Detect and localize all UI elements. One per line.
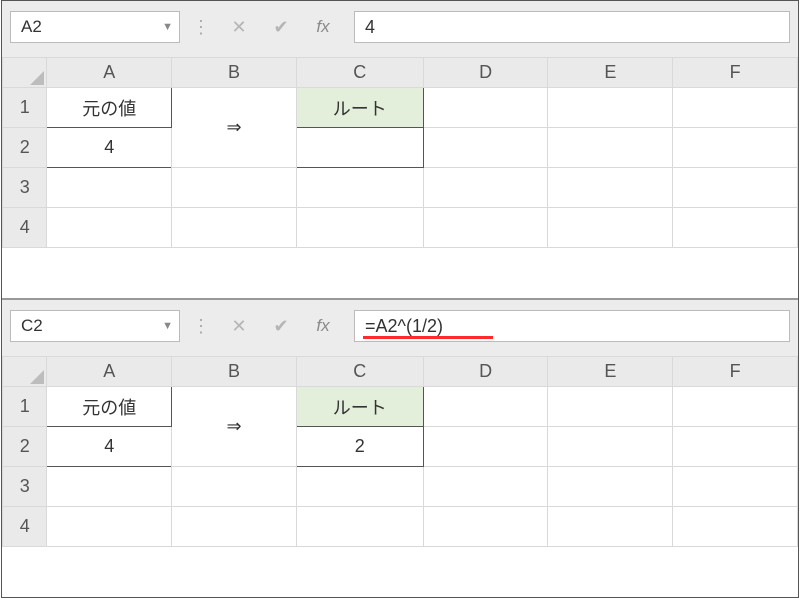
- cell-C4[interactable]: [296, 507, 423, 547]
- cell-F4[interactable]: [673, 208, 798, 248]
- cancel-icon[interactable]: ✕: [222, 310, 256, 342]
- cell-F4[interactable]: [673, 507, 798, 547]
- row-header-4[interactable]: 4: [3, 208, 47, 248]
- cell-A3[interactable]: [47, 467, 172, 507]
- arrow-icon: ⇒: [172, 88, 297, 168]
- cell-A4[interactable]: [47, 208, 172, 248]
- formula-input[interactable]: =A2^(1/2): [354, 310, 790, 342]
- formula-bar: A2 ▼ ⋮ ✕ ✔ fx 4: [2, 1, 798, 57]
- cell-A4[interactable]: [47, 507, 172, 547]
- col-header-B[interactable]: B: [172, 58, 297, 88]
- cell-C4[interactable]: [296, 208, 423, 248]
- cell-E1[interactable]: [548, 88, 673, 128]
- cell-D3[interactable]: [423, 168, 548, 208]
- cell-D1[interactable]: [423, 88, 548, 128]
- name-box-value: C2: [21, 316, 43, 336]
- cell-A1[interactable]: 元の値: [47, 88, 172, 128]
- cell-C1[interactable]: ルート: [296, 387, 423, 427]
- cell-E1[interactable]: [548, 387, 673, 427]
- name-box[interactable]: C2 ▼: [10, 310, 180, 342]
- divider-dots-icon: ⋮: [188, 17, 214, 38]
- grid[interactable]: A B C D E F 1 元の値 ⇒ ルート 2: [2, 356, 798, 597]
- spreadsheet-pane-1: A2 ▼ ⋮ ✕ ✔ fx 4 A B: [2, 1, 798, 298]
- cell-F3[interactable]: [673, 168, 798, 208]
- highlight-underline: [363, 336, 493, 339]
- arrow-icon: ⇒: [172, 387, 297, 467]
- cell-E3[interactable]: [548, 168, 673, 208]
- row-header-3[interactable]: 3: [3, 467, 47, 507]
- col-header-C[interactable]: C: [296, 58, 423, 88]
- cancel-icon[interactable]: ✕: [222, 11, 256, 43]
- cell-A2[interactable]: 4: [47, 128, 172, 168]
- cell-F2[interactable]: [673, 427, 798, 467]
- formula-value: 4: [365, 17, 375, 38]
- col-header-D[interactable]: D: [423, 58, 548, 88]
- cell-C1[interactable]: ルート: [296, 88, 423, 128]
- row-header-2[interactable]: 2: [3, 427, 47, 467]
- row-header-1[interactable]: 1: [3, 88, 47, 128]
- cell-F1[interactable]: [673, 88, 798, 128]
- cell-A3[interactable]: [47, 168, 172, 208]
- formula-value: =A2^(1/2): [365, 316, 443, 337]
- cell-F2[interactable]: [673, 128, 798, 168]
- formula-input[interactable]: 4: [354, 11, 790, 43]
- enter-icon[interactable]: ✔: [264, 11, 298, 43]
- col-header-F[interactable]: F: [673, 357, 798, 387]
- divider-dots-icon: ⋮: [188, 316, 214, 337]
- cell-F3[interactable]: [673, 467, 798, 507]
- col-header-B[interactable]: B: [172, 357, 297, 387]
- cell-D2[interactable]: [423, 427, 548, 467]
- cell-C3[interactable]: [296, 467, 423, 507]
- cell-A1[interactable]: 元の値: [47, 387, 172, 427]
- cell-C3[interactable]: [296, 168, 423, 208]
- cell-E3[interactable]: [548, 467, 673, 507]
- enter-icon[interactable]: ✔: [264, 310, 298, 342]
- cell-E4[interactable]: [548, 208, 673, 248]
- row-header-1[interactable]: 1: [3, 387, 47, 427]
- col-header-A[interactable]: A: [47, 357, 172, 387]
- cell-D1[interactable]: [423, 387, 548, 427]
- cell-D4[interactable]: [423, 507, 548, 547]
- fx-icon[interactable]: fx: [306, 17, 340, 37]
- col-header-E[interactable]: E: [548, 357, 673, 387]
- cell-D3[interactable]: [423, 467, 548, 507]
- fx-icon[interactable]: fx: [306, 316, 340, 336]
- dropdown-icon[interactable]: ▼: [162, 320, 173, 332]
- formula-bar: C2 ▼ ⋮ ✕ ✔ fx =A2^(1/2): [2, 300, 798, 356]
- col-header-D[interactable]: D: [423, 357, 548, 387]
- grid[interactable]: A B C D E F 1 元の値 ⇒ ルート 2: [2, 57, 798, 298]
- cell-E2[interactable]: [548, 128, 673, 168]
- row-header-3[interactable]: 3: [3, 168, 47, 208]
- cell-C2[interactable]: [296, 128, 423, 168]
- col-header-F[interactable]: F: [673, 58, 798, 88]
- cell-B3[interactable]: [172, 467, 297, 507]
- cell-C2[interactable]: 2: [296, 427, 423, 467]
- name-box[interactable]: A2 ▼: [10, 11, 180, 43]
- cell-F1[interactable]: [673, 387, 798, 427]
- col-header-A[interactable]: A: [47, 58, 172, 88]
- dropdown-icon[interactable]: ▼: [162, 21, 173, 33]
- cell-A2[interactable]: 4: [47, 427, 172, 467]
- cell-E2[interactable]: [548, 427, 673, 467]
- col-header-E[interactable]: E: [548, 58, 673, 88]
- cell-B3[interactable]: [172, 168, 297, 208]
- row-header-2[interactable]: 2: [3, 128, 47, 168]
- cell-E4[interactable]: [548, 507, 673, 547]
- spreadsheet-pane-2: C2 ▼ ⋮ ✕ ✔ fx =A2^(1/2) A: [2, 298, 798, 597]
- cell-B4[interactable]: [172, 507, 297, 547]
- select-all-corner[interactable]: [3, 357, 47, 387]
- select-all-corner[interactable]: [3, 58, 47, 88]
- cell-D4[interactable]: [423, 208, 548, 248]
- cell-D2[interactable]: [423, 128, 548, 168]
- row-header-4[interactable]: 4: [3, 507, 47, 547]
- col-header-C[interactable]: C: [296, 357, 423, 387]
- cell-B4[interactable]: [172, 208, 297, 248]
- name-box-value: A2: [21, 17, 42, 37]
